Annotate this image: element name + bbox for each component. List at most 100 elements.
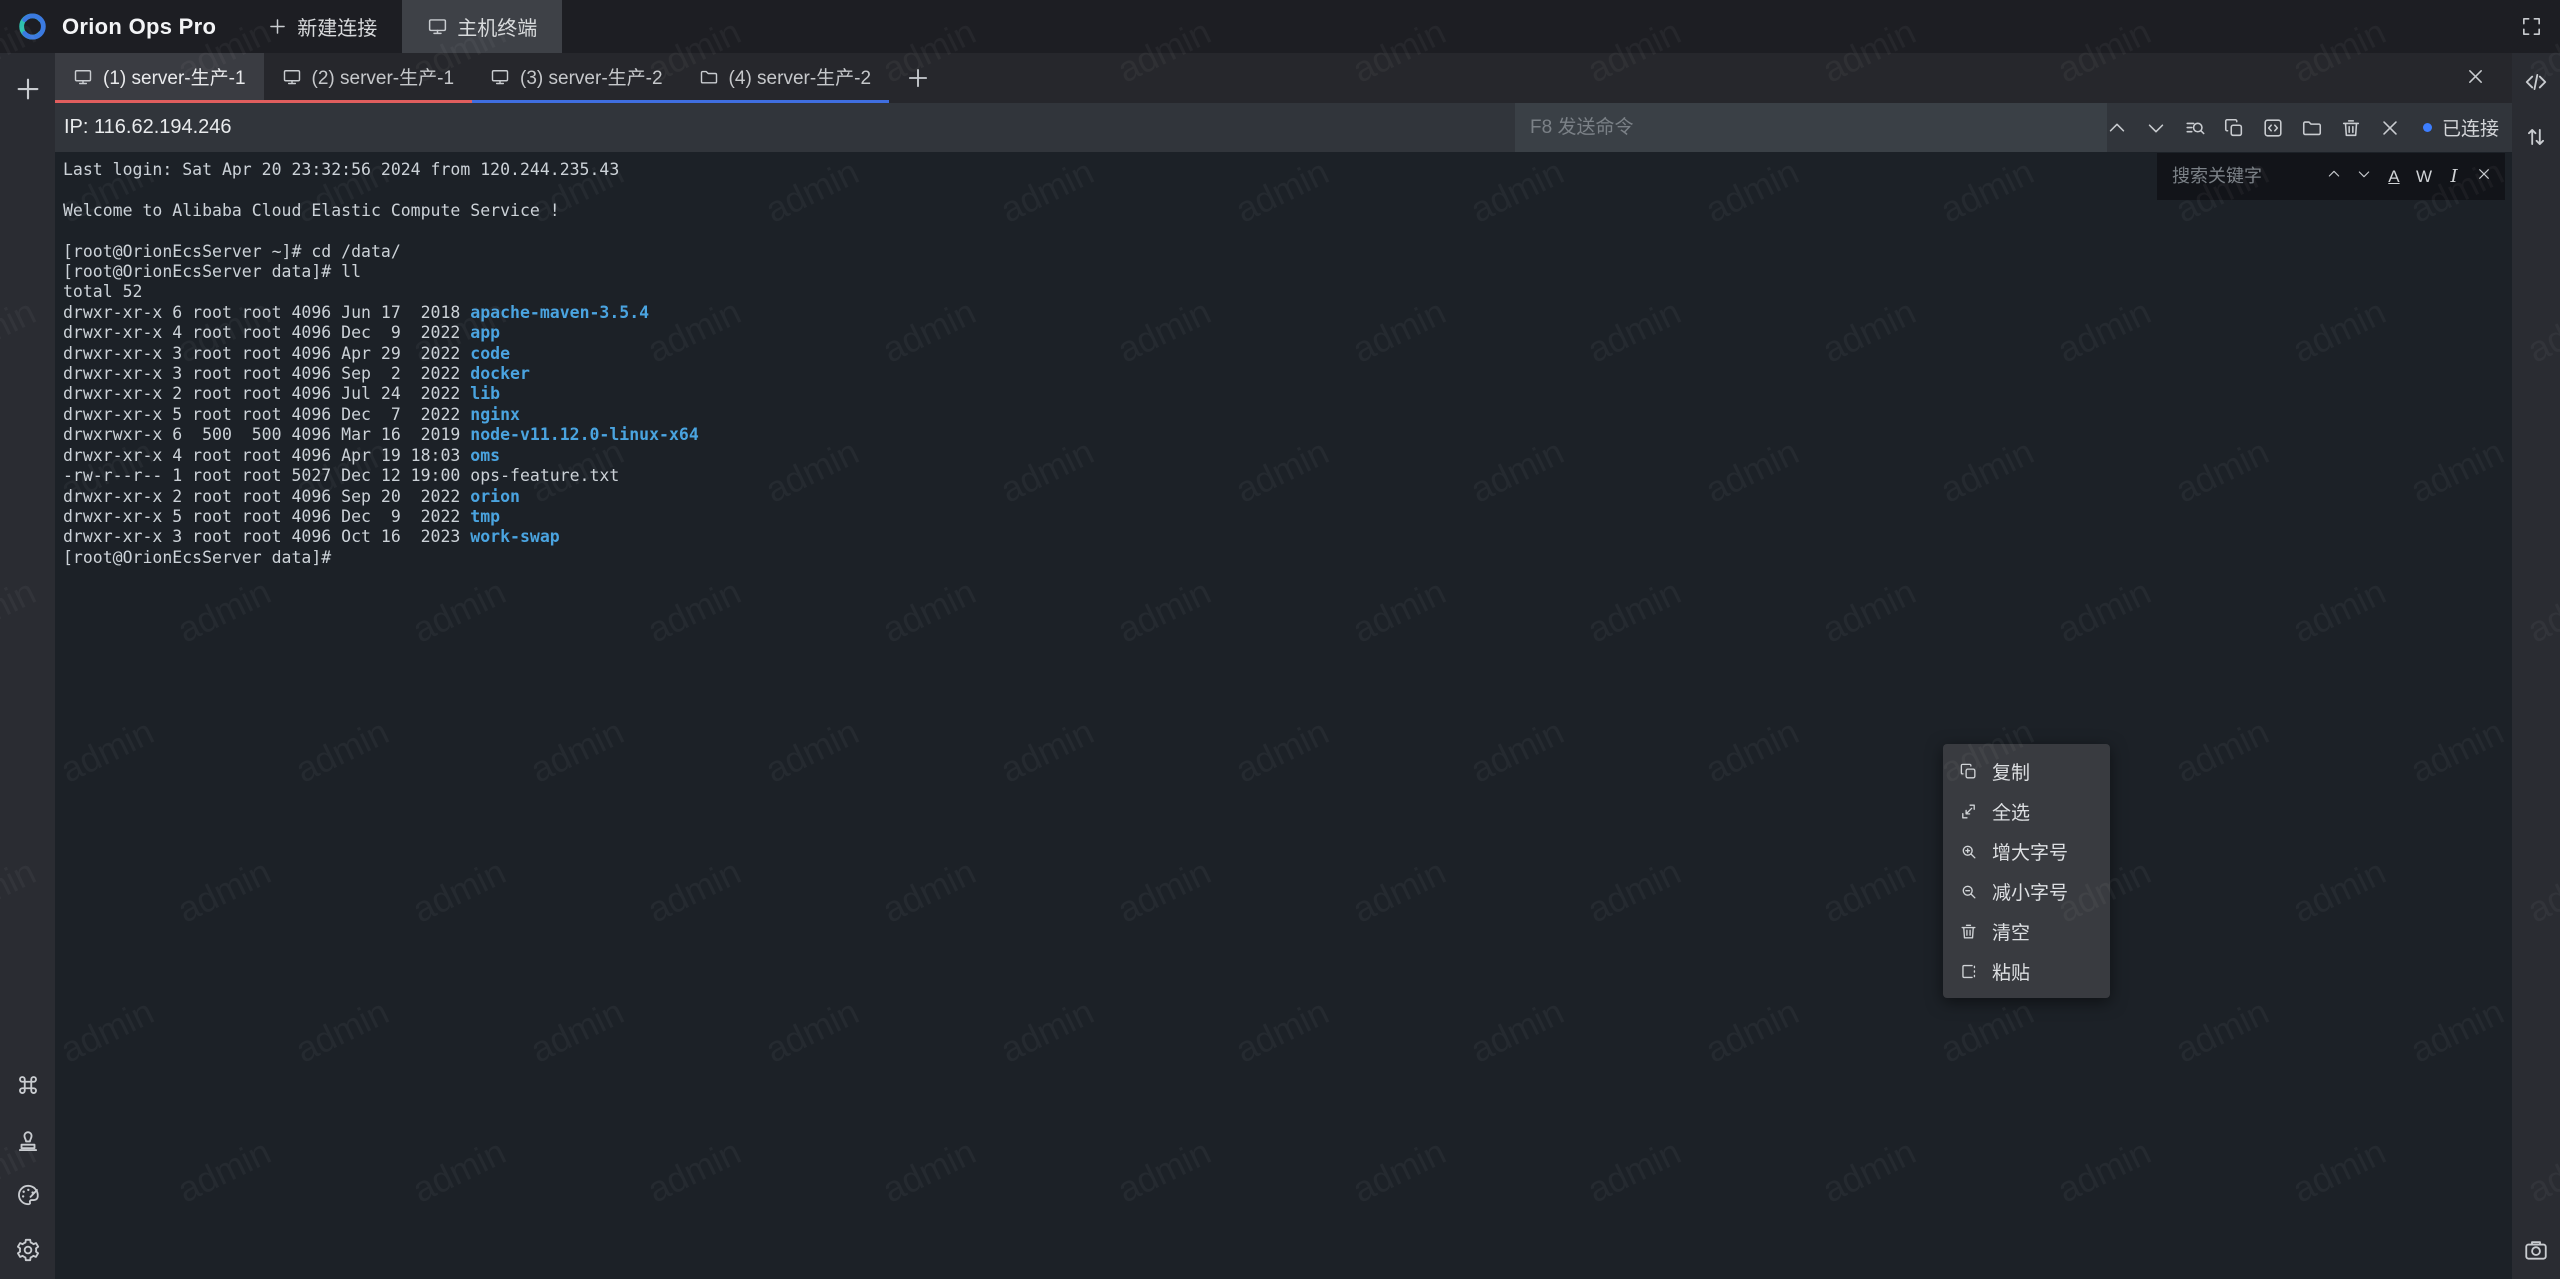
paste-icon [1959, 962, 1978, 981]
command-toolbar: 已连接 [2106, 103, 2499, 152]
nav-host-terminal[interactable]: 主机终端 [402, 0, 562, 53]
trash-icon [1959, 922, 1978, 941]
transfer-panel-button[interactable] [2523, 124, 2549, 150]
close-icon [2476, 166, 2492, 182]
menu-item-font-decrease[interactable]: 减小字号 [1943, 871, 2110, 911]
menu-item-label: 减小字号 [1992, 878, 2068, 905]
command-bar: IP: 116.62.194.246 已连接 [55, 103, 2512, 152]
left-sidebar [0, 53, 55, 1279]
scroll-up-button[interactable] [2106, 117, 2128, 139]
nav-host-terminal-label: 主机终端 [457, 12, 537, 41]
menu-item-label: 增大字号 [1992, 838, 2068, 865]
chevron-up-icon [2326, 166, 2342, 182]
nav-new-connection[interactable]: 新建连接 [242, 0, 402, 53]
regex-button[interactable]: I [2446, 166, 2462, 187]
terminal-line [63, 180, 2512, 200]
right-sidebar-bottom [2523, 1237, 2549, 1263]
plus-icon [267, 16, 288, 37]
menu-item-label: 复制 [1992, 758, 2030, 785]
terminal-search-panel: AWI [2157, 153, 2505, 200]
terminal-line [63, 221, 2512, 241]
terminal-line: drwxr-xr-x 3 root root 4096 Sep 2 2022 d… [63, 364, 2512, 384]
whole-word-button[interactable]: W [2416, 167, 2432, 187]
terminal-line: drwxr-xr-x 5 root root 4096 Dec 9 2022 t… [63, 507, 2512, 527]
file-manager-button[interactable] [2301, 117, 2323, 139]
terminal-line: total 52 [63, 282, 2512, 302]
terminal-line: drwxr-xr-x 3 root root 4096 Apr 29 2022 … [63, 344, 2512, 364]
scroll-down-button[interactable] [2145, 117, 2167, 139]
command-shortcuts-button[interactable] [15, 1072, 41, 1098]
terminal-line: [root@OrionEcsServer ~]# cd /data/ [63, 242, 2512, 262]
terminal-line: [root@OrionEcsServer data]# ll [63, 262, 2512, 282]
folder-icon [699, 67, 719, 87]
menu-item-copy[interactable]: 复制 [1943, 751, 2110, 791]
select-all-icon [1959, 802, 1978, 821]
terminal-tab[interactable]: (4) server-生产-2 [681, 53, 890, 103]
copy-button[interactable] [2223, 117, 2245, 139]
code-panel-button[interactable] [2523, 69, 2549, 95]
top-header: Orion Ops Pro 新建连接 主机终端 [0, 0, 2560, 53]
monitor-icon [282, 67, 302, 87]
stamp-snippets-button[interactable] [15, 1127, 41, 1153]
terminal-tab-label: (2) server-生产-1 [312, 63, 455, 90]
menu-item-select-all[interactable]: 全选 [1943, 791, 2110, 831]
terminal-tab[interactable]: (3) server-生产-2 [472, 53, 681, 103]
copy-icon [1959, 762, 1978, 781]
close-search-button[interactable] [2476, 166, 2492, 187]
connection-status: 已连接 [2423, 114, 2499, 141]
terminal-tab-label: (3) server-生产-2 [520, 63, 663, 90]
search-input[interactable] [2170, 165, 2324, 188]
menu-item-clear-screen[interactable]: 清空 [1943, 911, 2110, 951]
menu-item-label: 粘贴 [1992, 958, 2030, 985]
search-button[interactable] [2184, 117, 2206, 139]
terminal-line: drwxr-xr-x 3 root root 4096 Oct 16 2023 … [63, 527, 2512, 547]
add-connection-button[interactable] [13, 74, 43, 104]
terminal-tab[interactable]: (2) server-生产-1 [264, 53, 473, 103]
status-label: 已连接 [2442, 114, 2499, 141]
nav-new-connection-label: 新建连接 [297, 12, 377, 41]
terminal-line: drwxr-xr-x 4 root root 4096 Dec 9 2022 a… [63, 323, 2512, 343]
terminal-output: Last login: Sat Apr 20 23:32:56 2024 fro… [55, 152, 2512, 568]
clear-button[interactable] [2340, 117, 2362, 139]
left-sidebar-bottom [15, 1072, 41, 1263]
script-button[interactable] [2262, 117, 2284, 139]
monitor-icon [490, 67, 510, 87]
terminal-line: -rw-r--r-- 1 root root 5027 Dec 12 19:00… [63, 466, 2512, 486]
find-previous-button[interactable] [2326, 166, 2342, 187]
search-buttons: AWI [2326, 166, 2492, 187]
terminal-tab-label: (4) server-生产-2 [729, 63, 872, 90]
menu-item-label: 清空 [1992, 918, 2030, 945]
settings-button[interactable] [15, 1237, 41, 1263]
terminal-line: drwxr-xr-x 6 root root 4096 Jun 17 2018 … [63, 303, 2512, 323]
close-session-button[interactable] [2379, 117, 2401, 139]
orion-logo-icon [14, 8, 51, 45]
terminal-tab[interactable]: (1) server-生产-1 [55, 53, 264, 103]
menu-item-font-increase[interactable]: 增大字号 [1943, 831, 2110, 871]
find-next-button[interactable] [2356, 166, 2372, 187]
terminal-line: drwxr-xr-x 4 root root 4096 Apr 19 18:03… [63, 446, 2512, 466]
menu-item-label: 全选 [1992, 798, 2030, 825]
terminal-line: drwxrwxr-x 6 500 500 4096 Mar 16 2019 no… [63, 425, 2512, 445]
brand-title: Orion Ops Pro [62, 14, 216, 40]
status-dot [2423, 123, 2432, 132]
send-command-input[interactable] [1515, 103, 2107, 152]
terminal-screen[interactable]: Last login: Sat Apr 20 23:32:56 2024 fro… [55, 152, 2512, 1279]
right-sidebar-top [2523, 69, 2549, 150]
zoom-out-icon [1959, 882, 1978, 901]
fullscreen-icon[interactable] [2520, 15, 2543, 38]
match-case-button[interactable]: A [2386, 167, 2402, 187]
screenshot-button[interactable] [2523, 1237, 2549, 1263]
chevron-down-icon [2356, 166, 2372, 182]
menu-item-paste[interactable]: 粘贴 [1943, 951, 2110, 991]
theme-palette-button[interactable] [15, 1182, 41, 1208]
terminal-line: drwxr-xr-x 2 root root 4096 Sep 20 2022 … [63, 487, 2512, 507]
terminal-line: drwxr-xr-x 5 root root 4096 Dec 7 2022 n… [63, 405, 2512, 425]
close-tabs-button[interactable] [2465, 66, 2486, 87]
terminal-tab-bar: (1) server-生产-1 (2) server-生产-1 (3) server… [55, 53, 2512, 103]
new-tab-button[interactable] [905, 65, 931, 91]
terminal-tab-label: (1) server-生产-1 [103, 63, 246, 90]
ip-address-label: IP: 116.62.194.246 [64, 103, 232, 152]
monitor-icon [73, 67, 93, 87]
terminal-line: [root@OrionEcsServer data]# [63, 548, 2512, 568]
right-sidebar [2512, 53, 2560, 1279]
